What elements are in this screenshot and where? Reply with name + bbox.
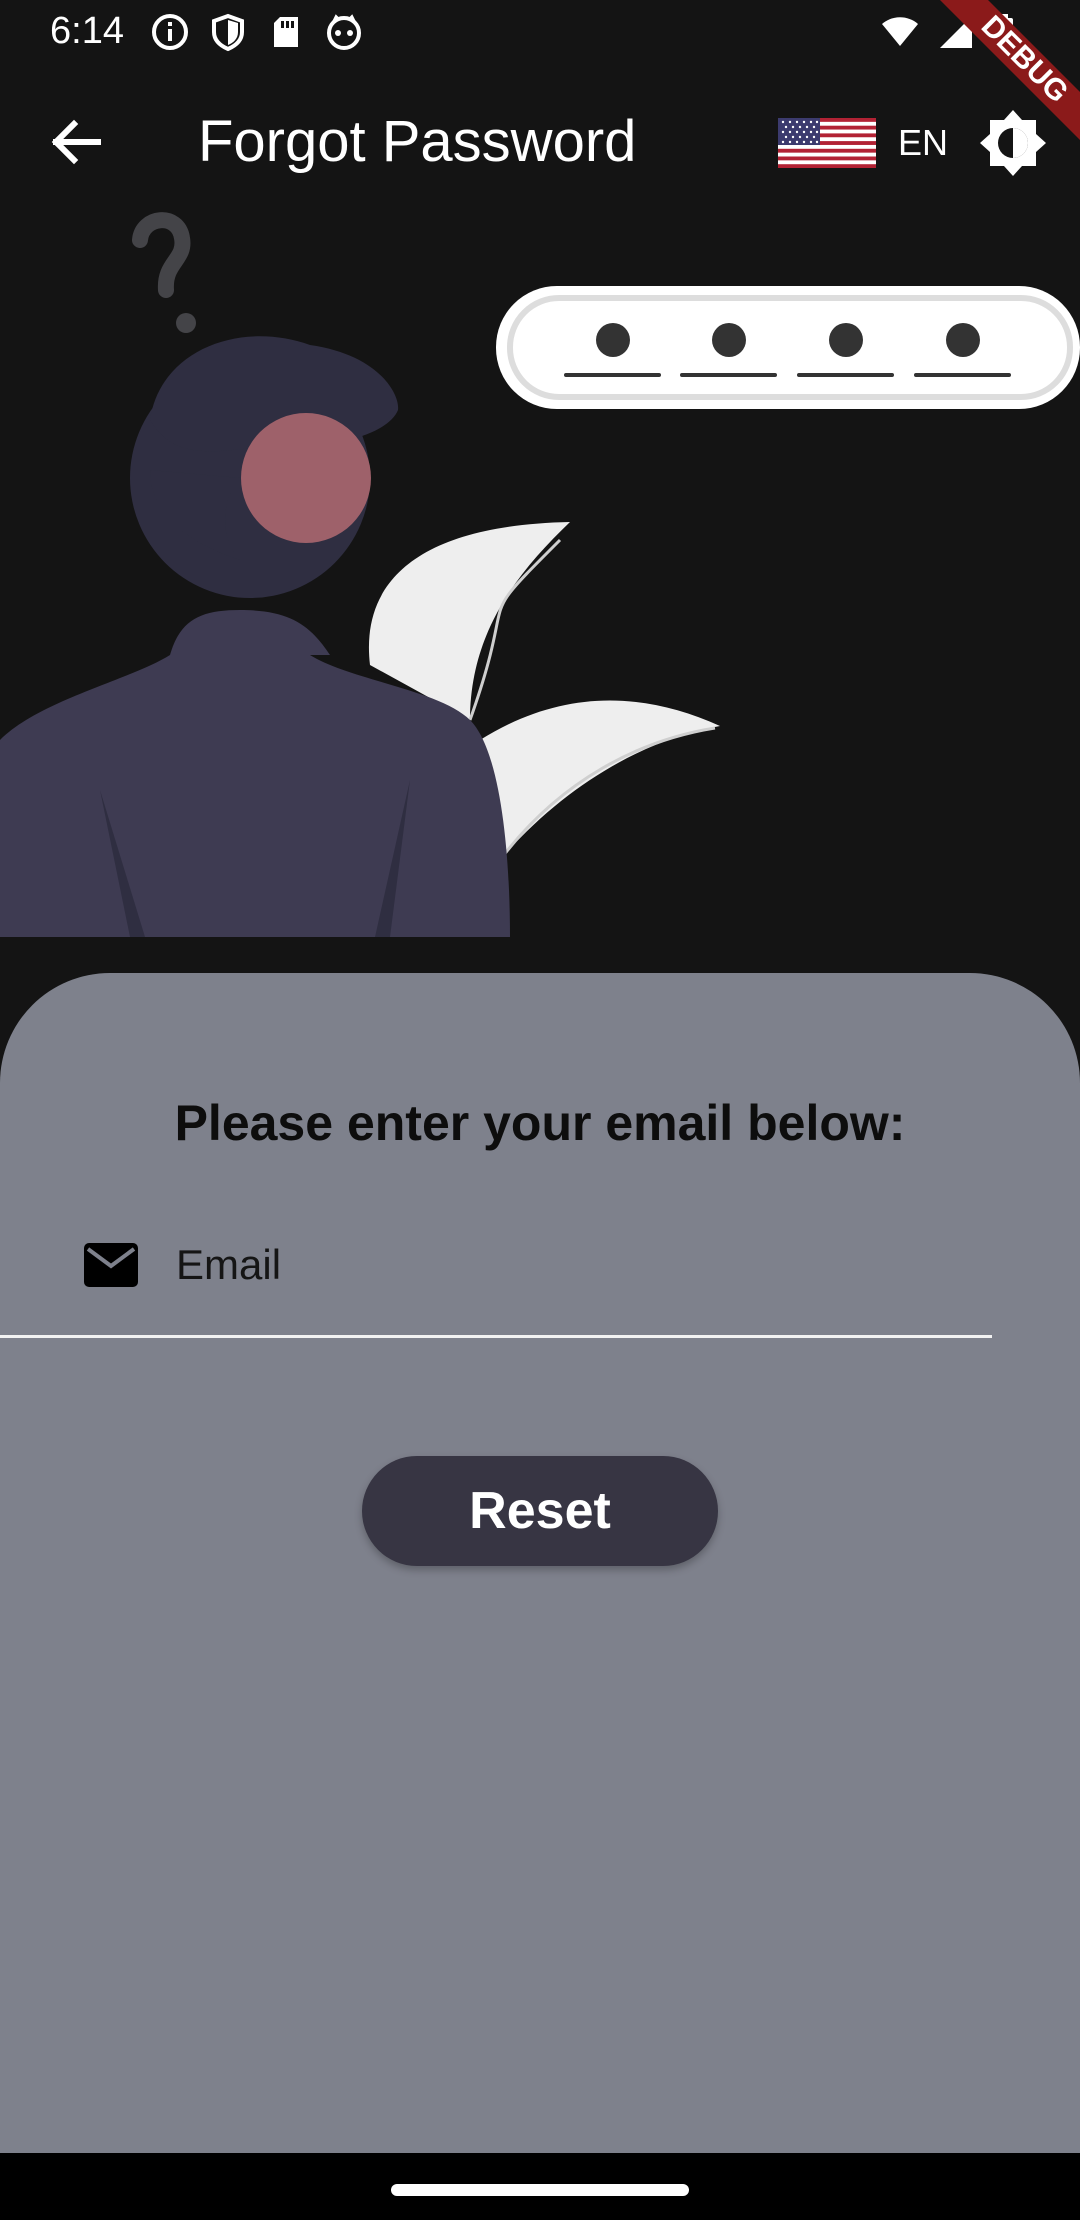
status-icons-left xyxy=(150,12,364,52)
email-input[interactable] xyxy=(176,1223,996,1307)
cat-face-icon xyxy=(327,14,361,50)
shield-icon xyxy=(212,13,244,52)
debug-banner: DEBUG xyxy=(900,0,1080,180)
arrow-back-icon[interactable] xyxy=(40,106,112,178)
debug-label: DEBUG xyxy=(975,9,1075,109)
info-icon xyxy=(152,14,188,50)
reset-form-card: Please enter your email below: Reset xyxy=(0,973,1080,2153)
mail-icon xyxy=(84,1243,138,1287)
home-gesture-handle[interactable] xyxy=(391,2184,689,2196)
form-heading: Please enter your email below: xyxy=(174,1095,906,1151)
status-time: 6:14 xyxy=(50,10,124,52)
us-flag-icon[interactable] xyxy=(778,118,876,168)
email-underline xyxy=(0,1335,992,1338)
password-bubble xyxy=(496,286,1080,409)
email-field[interactable] xyxy=(44,1193,1036,1337)
page-title: Forgot Password xyxy=(198,109,637,174)
confused-person-password-illustration xyxy=(0,212,1080,937)
reset-button[interactable]: Reset xyxy=(362,1456,718,1566)
question-mark-icon xyxy=(132,212,196,333)
sd-card-icon xyxy=(274,17,298,47)
debug-ribbon: DEBUG xyxy=(940,0,1080,140)
system-nav-bar xyxy=(0,2153,1080,2220)
